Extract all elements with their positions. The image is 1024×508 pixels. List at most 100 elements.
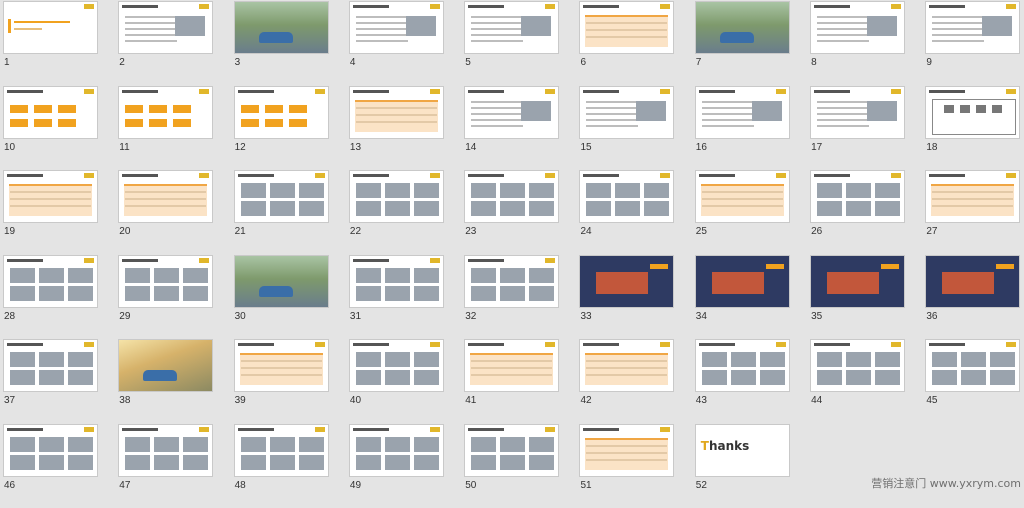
slide-preview[interactable]	[349, 170, 444, 223]
slide-thumbnail[interactable]: 41	[464, 339, 559, 424]
slide-preview[interactable]	[118, 170, 213, 223]
slide-preview[interactable]: Thanks	[695, 424, 790, 477]
slide-thumbnail[interactable]: 38	[118, 339, 213, 424]
slide-preview[interactable]	[234, 424, 329, 477]
slide-preview[interactable]	[349, 339, 444, 392]
slide-thumbnail[interactable]: 47	[118, 424, 213, 508]
slide-preview[interactable]	[925, 170, 1020, 223]
slide-preview[interactable]	[118, 86, 213, 139]
slide-thumbnail[interactable]: 21	[234, 170, 329, 255]
slide-thumbnail[interactable]: 19	[3, 170, 98, 255]
slide-thumbnail[interactable]: 18	[925, 86, 1020, 171]
slide-preview[interactable]	[695, 1, 790, 54]
slide-thumbnail[interactable]: 28	[3, 255, 98, 340]
slide-preview[interactable]	[3, 86, 98, 139]
slide-thumbnail[interactable]: 22	[349, 170, 444, 255]
slide-thumbnail[interactable]: 32	[464, 255, 559, 340]
slide-thumbnail[interactable]: 25	[695, 170, 790, 255]
slide-thumbnail[interactable]: 49	[349, 424, 444, 508]
slide-preview[interactable]	[3, 1, 98, 54]
slide-preview[interactable]	[234, 255, 329, 308]
slide-preview[interactable]	[349, 424, 444, 477]
slide-preview[interactable]	[3, 424, 98, 477]
slide-preview[interactable]	[118, 255, 213, 308]
slide-thumbnail[interactable]: 6	[579, 1, 674, 86]
slide-preview[interactable]	[118, 339, 213, 392]
slide-preview[interactable]	[810, 1, 905, 54]
slide-thumbnail[interactable]: 42	[579, 339, 674, 424]
slide-preview[interactable]	[234, 86, 329, 139]
slide-thumbnail[interactable]: 24	[579, 170, 674, 255]
slide-preview[interactable]	[810, 86, 905, 139]
slide-preview[interactable]	[464, 1, 559, 54]
slide-thumbnail[interactable]: 44	[810, 339, 905, 424]
slide-preview[interactable]	[810, 339, 905, 392]
slide-preview[interactable]	[925, 339, 1020, 392]
slide-thumbnail[interactable]: 26	[810, 170, 905, 255]
slide-thumbnail[interactable]: 14	[464, 86, 559, 171]
slide-preview[interactable]	[464, 339, 559, 392]
slide-preview[interactable]	[579, 1, 674, 54]
slide-thumbnail[interactable]: 45	[925, 339, 1020, 424]
slide-thumbnail[interactable]: 20	[118, 170, 213, 255]
slide-thumbnail[interactable]: 5	[464, 1, 559, 86]
slide-thumbnail[interactable]: 8	[810, 1, 905, 86]
slide-preview[interactable]	[3, 255, 98, 308]
slide-preview[interactable]	[464, 86, 559, 139]
slide-preview[interactable]	[234, 339, 329, 392]
slide-thumbnail[interactable]: 50	[464, 424, 559, 508]
slide-thumbnail[interactable]: 1	[3, 1, 98, 86]
slide-thumbnail[interactable]: 11	[118, 86, 213, 171]
slide-preview[interactable]	[695, 170, 790, 223]
slide-preview[interactable]	[695, 86, 790, 139]
slide-preview[interactable]	[925, 86, 1020, 139]
slide-preview[interactable]	[464, 424, 559, 477]
slide-thumbnail[interactable]: 29	[118, 255, 213, 340]
slide-thumbnail[interactable]: 15	[579, 86, 674, 171]
slide-preview[interactable]	[118, 1, 213, 54]
slide-thumbnail[interactable]: 34	[695, 255, 790, 340]
slide-preview[interactable]	[118, 424, 213, 477]
slide-preview[interactable]	[810, 255, 905, 308]
slide-preview[interactable]	[3, 339, 98, 392]
slide-preview[interactable]	[234, 170, 329, 223]
slide-thumbnail[interactable]: 2	[118, 1, 213, 86]
slide-thumbnail[interactable]: 10	[3, 86, 98, 171]
slide-preview[interactable]	[695, 255, 790, 308]
slide-preview[interactable]	[349, 255, 444, 308]
slide-thumbnail[interactable]: 35	[810, 255, 905, 340]
slide-thumbnail[interactable]: 46	[3, 424, 98, 508]
slide-preview[interactable]	[695, 339, 790, 392]
slide-thumbnail[interactable]: 23	[464, 170, 559, 255]
slide-preview[interactable]	[925, 1, 1020, 54]
slide-thumbnail[interactable]: 9	[925, 1, 1020, 86]
slide-thumbnail[interactable]: 13	[349, 86, 444, 171]
slide-thumbnail[interactable]: 17	[810, 86, 905, 171]
slide-preview[interactable]	[464, 170, 559, 223]
slide-thumbnail[interactable]: 4	[349, 1, 444, 86]
slide-thumbnail[interactable]: 33	[579, 255, 674, 340]
slide-thumbnail[interactable]: 39	[234, 339, 329, 424]
slide-thumbnail[interactable]: 3	[234, 1, 329, 86]
slide-preview[interactable]	[349, 1, 444, 54]
slide-preview[interactable]	[925, 255, 1020, 308]
slide-thumbnail[interactable]: 31	[349, 255, 444, 340]
slide-preview[interactable]	[579, 170, 674, 223]
slide-preview[interactable]	[579, 255, 674, 308]
slide-thumbnail[interactable]: 40	[349, 339, 444, 424]
slide-thumbnail[interactable]: 48	[234, 424, 329, 508]
slide-thumbnail[interactable]: 16	[695, 86, 790, 171]
slide-thumbnail[interactable]: 51	[579, 424, 674, 508]
slide-thumbnail[interactable]: 30	[234, 255, 329, 340]
slide-thumbnail[interactable]: 43	[695, 339, 790, 424]
slide-preview[interactable]	[579, 339, 674, 392]
slide-thumbnail[interactable]: 7	[695, 1, 790, 86]
slide-preview[interactable]	[464, 255, 559, 308]
slide-preview[interactable]	[349, 86, 444, 139]
slide-preview[interactable]	[234, 1, 329, 54]
slide-thumbnail[interactable]: 36	[925, 255, 1020, 340]
slide-preview[interactable]	[579, 424, 674, 477]
slide-preview[interactable]	[810, 170, 905, 223]
slide-preview[interactable]	[3, 170, 98, 223]
slide-thumbnail[interactable]: 37	[3, 339, 98, 424]
